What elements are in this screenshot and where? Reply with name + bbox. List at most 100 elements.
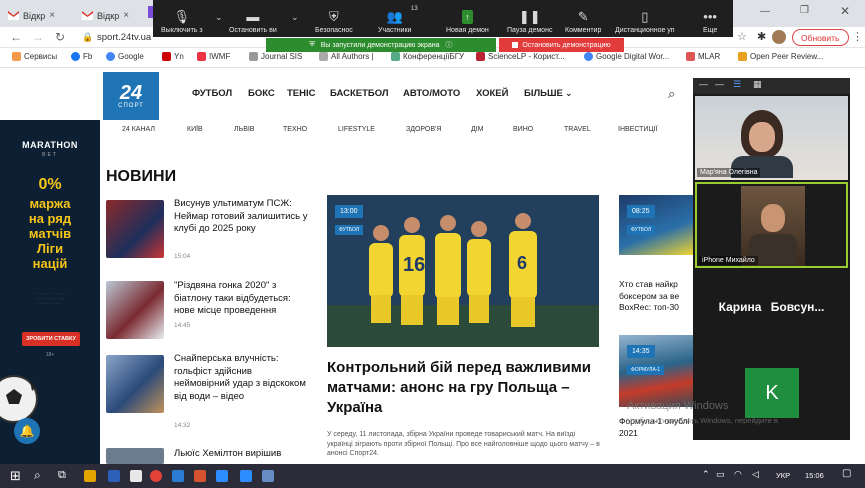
main-article-title[interactable]: Контрольний бій перед важливими матчами:… [327, 358, 602, 418]
right-card-title[interactable]: Хто став найкр боксером за ве BoxRec: то… [619, 279, 693, 315]
search-icon[interactable]: ⌕ [34, 468, 41, 483]
chevron-down-icon[interactable]: ⌄ [215, 12, 223, 23]
news-title[interactable]: Висунув ультиматум ПСЖ: Неймар готовий з… [174, 198, 310, 236]
zoom-icon[interactable] [216, 470, 228, 482]
taskbar-app-icon[interactable] [172, 470, 184, 482]
left-ad-banner[interactable]: MARATHON BET 0% маржа на ряд матчів Ліги… [0, 120, 100, 464]
more-button[interactable]: ••• Еще [703, 0, 717, 37]
participant-tile[interactable]: Карина Бовсун... [695, 270, 848, 350]
search-icon[interactable]: ⌕ [668, 86, 675, 102]
new-share-button[interactable]: ↑ Новая демон [446, 0, 489, 37]
taskbar-app-icon[interactable] [130, 470, 142, 482]
network-icon[interactable]: ▭ [716, 469, 725, 480]
participant-video-active[interactable]: iPhone Михайло [695, 182, 848, 268]
stop-video-button[interactable]: ▬ Остановить ви [229, 0, 277, 37]
security-button[interactable]: ⛨ Безопаснос [315, 0, 353, 37]
news-thumbnail[interactable] [106, 355, 164, 413]
bookmark-item[interactable]: КонференціїБГУ [391, 52, 464, 61]
language-indicator[interactable]: УКР [776, 471, 790, 480]
wifi-icon[interactable]: ◠ [734, 469, 742, 480]
volume-icon[interactable]: ◁ [752, 469, 759, 480]
chrome-icon[interactable] [150, 470, 162, 482]
ad-cta-button[interactable]: ЗРОБИТИ СТАВКУ [22, 332, 80, 346]
subnav-item[interactable]: ДІМ [471, 126, 484, 133]
extension-icon[interactable]: ✱ [757, 30, 766, 43]
news-title[interactable]: Снайперська влучність: гольфіст здійснив… [174, 353, 310, 403]
subnav-item[interactable]: ЛЬВІВ [234, 126, 254, 133]
subnav-item[interactable]: 24 КАНАЛ [122, 126, 155, 133]
window-close-icon[interactable]: ✕ [840, 4, 850, 18]
taskbar-app-icon[interactable] [194, 470, 206, 482]
remote-control-button[interactable]: ▯ Дистанционное уп [615, 0, 675, 37]
news-thumbnail[interactable] [106, 200, 164, 258]
bookmark-item[interactable]: MLAR [686, 52, 720, 61]
news-thumbnail[interactable] [106, 448, 164, 464]
update-browser-button[interactable]: Обновить [792, 29, 849, 46]
speaker-view-icon[interactable]: ☰ [733, 79, 741, 90]
right-card-image[interactable]: 14:35 ФОРМУЛА-1 [619, 335, 693, 407]
taskbar-app-icon[interactable] [262, 470, 274, 482]
address-bar[interactable]: sport.24tv.ua [97, 32, 151, 43]
bookmark-item[interactable]: Open Peer Review... [738, 52, 823, 61]
browser-tab[interactable]: Відкр × [76, 4, 146, 27]
annotate-button[interactable]: ✎ Комментир [565, 0, 601, 37]
menu-icon[interactable]: ⋮ [852, 30, 863, 43]
notification-bell-icon[interactable]: 🔔 [14, 418, 40, 444]
nav-item-more[interactable]: БІЛЬШЕ [524, 88, 563, 99]
bookmark-item[interactable]: ScienceLP - Корист... [476, 52, 565, 61]
window-minimize-icon[interactable]: — [760, 6, 770, 17]
bookmark-item[interactable]: IWMF [197, 52, 230, 61]
subnav-item[interactable]: ЗДОРОВ'Я [406, 126, 441, 133]
subnav-item[interactable]: ТЕХНО [283, 126, 307, 133]
subnav-item[interactable]: КИЇВ [187, 126, 203, 133]
nav-item-basketball[interactable]: БАСКЕТБОЛ [330, 88, 389, 99]
subnav-item[interactable]: LIFESTYLE [338, 126, 375, 133]
bookmark-item[interactable]: Google [106, 52, 144, 61]
right-card-image[interactable]: 08:25 ФУТБОЛ [619, 195, 693, 255]
tab-close-icon[interactable]: × [49, 10, 55, 21]
bookmark-item[interactable]: Сервисы [12, 52, 57, 61]
nav-item-boxing[interactable]: БОКС [248, 88, 275, 99]
zoom-icon[interactable] [240, 470, 252, 482]
subnav-item[interactable]: ІНВЕСТИЦІЇ [618, 126, 658, 133]
news-title[interactable]: "Різдвяна гонка 2020" з біатлону таки ві… [174, 280, 310, 318]
bookmark-item[interactable]: Google Digital Wor... [584, 52, 669, 61]
nav-item-hockey[interactable]: ХОКЕЙ [476, 88, 508, 99]
participant-video[interactable]: Мар'яна Олегівна [695, 96, 848, 180]
taskbar-app-icon[interactable] [84, 470, 96, 482]
clock[interactable]: 15:06 [805, 471, 824, 480]
browser-tab[interactable]: Відкр × [2, 4, 72, 27]
forward-icon[interactable]: → [32, 30, 44, 44]
site-logo[interactable]: 24 СПОРТ [103, 72, 159, 120]
bookmark-item[interactable]: All Authors | [319, 52, 374, 61]
reload-icon[interactable]: ↻ [55, 30, 65, 44]
subnav-item[interactable]: TRAVEL [564, 126, 591, 133]
windows-start-icon[interactable]: ⊞ [10, 468, 21, 484]
mute-button[interactable]: 🎙 Выключить з [161, 0, 203, 37]
minimize-icon[interactable]: — [715, 79, 724, 89]
news-title[interactable]: Льюїс Хемілтон вирішив [174, 448, 310, 463]
window-maximize-icon[interactable]: ❐ [800, 5, 809, 16]
minimize-icon[interactable]: — [699, 79, 708, 89]
participants-button[interactable]: 👥 Участники [378, 0, 411, 37]
nav-item-football[interactable]: ФУТБОЛ [192, 88, 232, 99]
taskbar-app-icon[interactable] [108, 470, 120, 482]
notifications-icon[interactable]: ▢ [842, 468, 851, 479]
main-article-image[interactable]: 16 6 13:00 ФУТБОЛ [327, 195, 599, 347]
nav-item-auto-moto[interactable]: АВТО/МОТО [403, 88, 460, 99]
avatar[interactable] [772, 30, 786, 44]
news-thumbnail[interactable] [106, 281, 164, 339]
bookmark-item[interactable]: Journal SIS [249, 52, 302, 61]
task-view-icon[interactable]: ⧉ [58, 469, 66, 482]
chevron-down-icon[interactable]: ⌄ [565, 88, 573, 99]
bookmark-item[interactable]: Fb [71, 52, 92, 61]
pause-share-button[interactable]: ❚❚ Пауза демонс [507, 0, 552, 37]
star-icon[interactable]: ☆ [737, 30, 747, 43]
subnav-item[interactable]: ВИНО [513, 126, 533, 133]
tab-close-icon[interactable]: × [123, 10, 129, 21]
chevron-up-icon[interactable]: ⌃ [702, 469, 710, 480]
bookmark-item[interactable]: Yn [162, 52, 184, 61]
chevron-down-icon[interactable]: ⌄ [291, 12, 299, 23]
nav-item-tennis[interactable]: ТЕНІС [287, 88, 316, 99]
back-icon[interactable]: ← [10, 30, 22, 44]
